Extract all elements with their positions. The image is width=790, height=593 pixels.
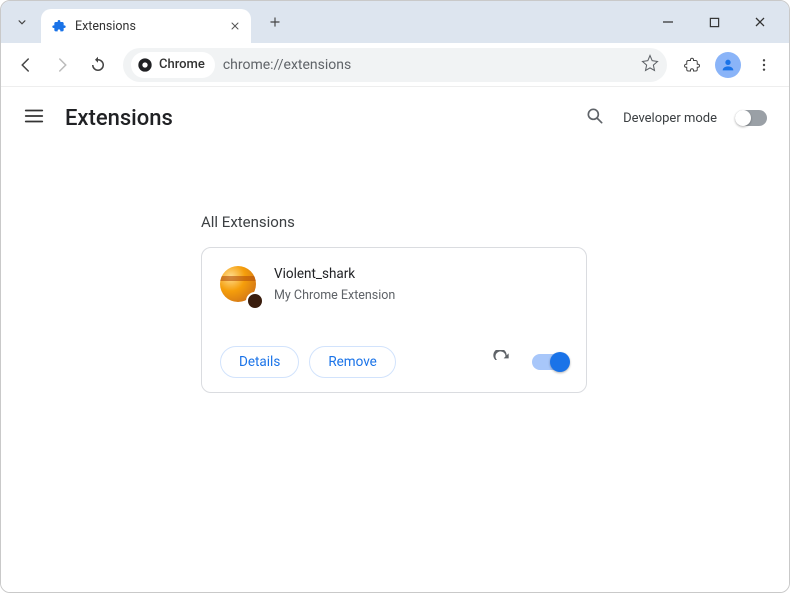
kebab-icon — [756, 57, 772, 73]
tab-close-button[interactable] — [229, 20, 241, 32]
page-header: Extensions Developer mode — [1, 87, 789, 149]
search-extensions-button[interactable] — [585, 106, 605, 130]
extension-badge-icon — [246, 292, 264, 310]
hamburger-icon — [23, 105, 45, 127]
url-text: chrome://extensions — [223, 57, 633, 73]
page-title: Extensions — [65, 106, 173, 131]
titlebar: Extensions — [1, 1, 789, 43]
new-tab-button[interactable] — [261, 8, 289, 36]
extension-description: My Chrome Extension — [274, 288, 395, 303]
developer-mode-toggle[interactable] — [735, 110, 767, 126]
enable-extension-toggle[interactable] — [532, 354, 568, 370]
plus-icon — [268, 15, 282, 29]
bookmark-button[interactable] — [641, 54, 659, 76]
details-button[interactable]: Details — [220, 346, 299, 378]
close-window-button[interactable] — [737, 2, 783, 42]
address-bar[interactable]: Chrome chrome://extensions — [123, 48, 667, 82]
arrow-left-icon — [17, 56, 35, 74]
browser-toolbar: Chrome chrome://extensions — [1, 43, 789, 87]
remove-button[interactable]: Remove — [309, 346, 396, 378]
close-icon — [754, 16, 766, 28]
tab-title: Extensions — [75, 19, 136, 34]
extension-card: Violent_shark My Chrome Extension Detail… — [201, 247, 587, 393]
window-controls — [645, 2, 783, 42]
puzzle-icon — [683, 56, 701, 74]
close-icon — [229, 20, 241, 32]
reload-icon — [89, 56, 107, 74]
site-chip[interactable]: Chrome — [131, 52, 215, 78]
developer-mode-label: Developer mode — [623, 111, 717, 126]
reload-icon — [492, 350, 512, 370]
extension-actions: Details Remove — [220, 346, 568, 378]
avatar — [715, 52, 741, 78]
section-title: All Extensions — [1, 149, 789, 247]
page-content: Extensions Developer mode All Extensions… — [1, 87, 789, 592]
forward-button[interactable] — [45, 48, 79, 82]
tab-search-button[interactable] — [7, 7, 37, 37]
extension-name: Violent_shark — [274, 266, 395, 282]
extension-puzzle-icon — [51, 18, 67, 34]
extension-header: Violent_shark My Chrome Extension — [220, 266, 568, 306]
minimize-icon — [662, 16, 674, 28]
minimize-button[interactable] — [645, 2, 691, 42]
star-icon — [641, 54, 659, 72]
arrow-right-icon — [53, 56, 71, 74]
chevron-down-icon — [15, 15, 29, 29]
drawer-menu-button[interactable] — [23, 105, 45, 131]
maximize-button[interactable] — [691, 2, 737, 42]
reload-extension-button[interactable] — [492, 350, 512, 374]
search-icon — [585, 106, 605, 126]
chrome-window: Extensions Chrome chrome://extensions — [0, 0, 790, 593]
menu-button[interactable] — [747, 48, 781, 82]
extension-icon — [220, 266, 260, 306]
extensions-button[interactable] — [675, 48, 709, 82]
back-button[interactable] — [9, 48, 43, 82]
chrome-logo-icon — [137, 57, 153, 73]
header-right: Developer mode — [585, 106, 767, 130]
reload-button[interactable] — [81, 48, 115, 82]
active-tab[interactable]: Extensions — [41, 9, 251, 43]
maximize-icon — [709, 17, 720, 28]
profile-button[interactable] — [711, 48, 745, 82]
person-icon — [720, 57, 736, 73]
